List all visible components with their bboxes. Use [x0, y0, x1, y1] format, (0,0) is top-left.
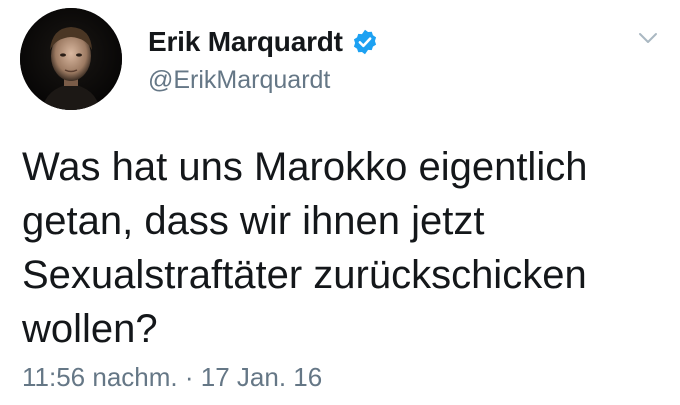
verified-badge-icon — [351, 28, 379, 56]
display-name[interactable]: Erik Marquardt — [148, 26, 343, 58]
avatar-photo — [20, 8, 122, 110]
tweet-timestamp[interactable]: 11:56 nachm. · 17 Jan. 16 — [22, 362, 322, 393]
tweet-date[interactable]: 17 Jan. 16 — [201, 362, 322, 392]
tweet-card: Erik Marquardt @ErikMarquardt Was hat un… — [0, 0, 680, 405]
tweet-time[interactable]: 11:56 nachm. — [22, 362, 178, 392]
chevron-down-icon[interactable] — [636, 26, 660, 50]
user-handle[interactable]: @ErikMarquardt — [148, 66, 330, 95]
avatar[interactable] — [20, 8, 122, 110]
meta-separator: · — [184, 362, 194, 392]
author-name-row[interactable]: Erik Marquardt — [148, 22, 379, 62]
tweet-text: Was hat uns Marokko eigentlich getan, da… — [22, 145, 588, 351]
